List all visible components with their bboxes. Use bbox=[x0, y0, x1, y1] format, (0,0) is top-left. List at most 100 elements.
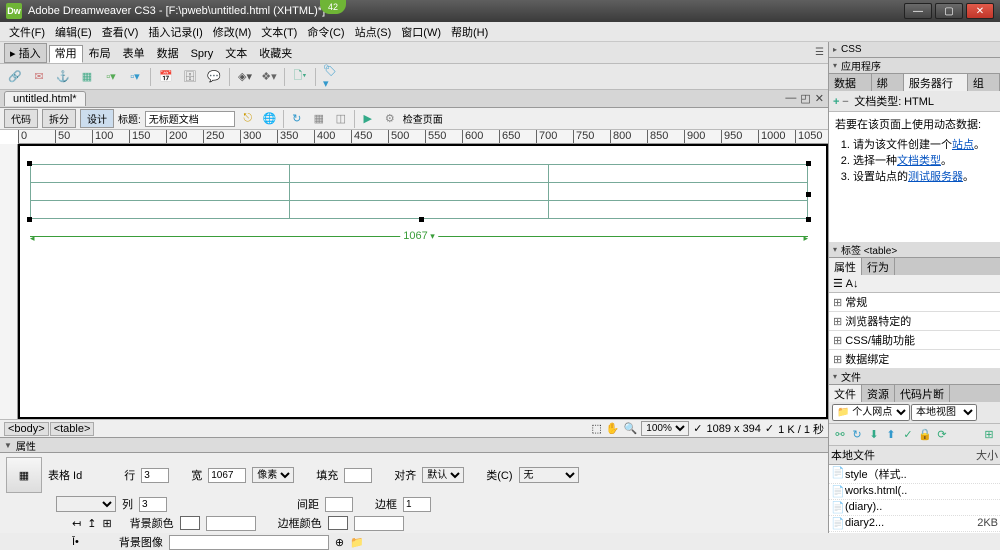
bgcolor-swatch[interactable] bbox=[180, 516, 200, 530]
script-icon[interactable]: ❖▾ bbox=[260, 68, 278, 86]
tab-bindings[interactable]: 绑定 bbox=[872, 74, 904, 91]
view-options-icon[interactable]: ▦ bbox=[310, 110, 328, 128]
insert-tab[interactable]: 布局 bbox=[83, 45, 117, 63]
menu-item[interactable]: 站点(S) bbox=[350, 22, 397, 42]
table-icon[interactable]: ▦ bbox=[78, 68, 96, 86]
resize-handle[interactable] bbox=[27, 217, 32, 222]
resize-handle[interactable] bbox=[806, 161, 811, 166]
tab-database[interactable]: 数据库 bbox=[829, 74, 872, 91]
sync-icon[interactable]: ⟳ bbox=[934, 427, 950, 443]
image-icon[interactable]: ▫▾ bbox=[102, 68, 120, 86]
menu-item[interactable]: 帮助(H) bbox=[446, 22, 493, 42]
server-icon[interactable]: 🗄 bbox=[181, 68, 199, 86]
bgimg-input[interactable] bbox=[169, 535, 329, 550]
zoom-tool-icon[interactable]: 🔍 bbox=[624, 422, 638, 435]
update-badge[interactable]: 42 bbox=[320, 0, 346, 14]
visual-aids-icon[interactable]: ◫ bbox=[332, 110, 350, 128]
file-row[interactable]: 📄style（样式.. bbox=[829, 465, 1000, 484]
tool-icon[interactable]: ⎋ bbox=[239, 110, 257, 128]
clear-row-icon[interactable]: ↥ bbox=[87, 517, 96, 530]
col-name[interactable]: 本地文件 bbox=[831, 447, 968, 463]
menu-item[interactable]: 编辑(E) bbox=[50, 22, 97, 42]
tab-components[interactable]: 组件 bbox=[968, 74, 1000, 91]
align-select[interactable]: 默认 bbox=[422, 467, 464, 483]
close-button[interactable]: ✕ bbox=[966, 3, 994, 19]
tab-attributes[interactable]: 属性 bbox=[829, 258, 862, 275]
attr-list-icon[interactable]: ☰ bbox=[833, 277, 843, 290]
doc-tab[interactable]: untitled.html* bbox=[4, 91, 86, 106]
menu-item[interactable]: 窗口(W) bbox=[396, 22, 446, 42]
file-row[interactable]: 📄(diary).. bbox=[829, 500, 1000, 516]
title-input[interactable] bbox=[145, 111, 235, 127]
date-icon[interactable]: 📅 bbox=[157, 68, 175, 86]
globe-icon[interactable]: 🌐 bbox=[261, 110, 279, 128]
panel-menu-icon[interactable]: ☰ bbox=[815, 47, 824, 58]
files-panel-header[interactable]: 文件 bbox=[829, 369, 1000, 385]
tab-files[interactable]: 文件 bbox=[829, 385, 862, 402]
checkin-icon[interactable]: 🔒 bbox=[917, 427, 933, 443]
convert-pct-icon[interactable]: Ī• bbox=[72, 536, 79, 548]
bordercolor-swatch[interactable] bbox=[328, 516, 348, 530]
attribute-list[interactable]: 常规 浏览器特定的 CSS/辅助功能 数据绑定 bbox=[829, 293, 1000, 369]
insert-label[interactable]: ▸ 插入 bbox=[4, 43, 47, 63]
checkout-icon[interactable]: ✓ bbox=[900, 427, 916, 443]
bordercolor-input[interactable] bbox=[354, 516, 404, 531]
resize-handle[interactable] bbox=[806, 192, 811, 197]
table-id-select[interactable] bbox=[56, 496, 116, 512]
hint-link[interactable]: 文档类型 bbox=[897, 155, 941, 167]
selected-table[interactable] bbox=[30, 164, 808, 219]
file-row[interactable]: 📄diary2...2KB bbox=[829, 516, 1000, 532]
remove-icon[interactable]: − bbox=[842, 96, 848, 108]
split-view-button[interactable]: 拆分 bbox=[42, 109, 76, 128]
hand-tool-icon[interactable]: ✋ bbox=[606, 422, 620, 435]
hint-link[interactable]: 站点 bbox=[952, 139, 974, 151]
comment-icon[interactable]: 💬 bbox=[205, 68, 223, 86]
css-panel-header[interactable]: CSS bbox=[829, 42, 1000, 58]
refresh-icon[interactable]: ↻ bbox=[849, 427, 865, 443]
check-page-label[interactable]: 检查页面 bbox=[403, 111, 443, 126]
convert-px-icon[interactable]: ⊞ bbox=[102, 517, 111, 530]
width-unit-select[interactable]: 像素 bbox=[252, 467, 294, 483]
menu-item[interactable]: 命令(C) bbox=[302, 22, 349, 42]
refresh-icon[interactable]: ↻ bbox=[288, 110, 306, 128]
expand-icon[interactable]: ⊞ bbox=[981, 427, 997, 443]
get-icon[interactable]: ⬇ bbox=[866, 427, 882, 443]
design-view-button[interactable]: 设计 bbox=[80, 109, 114, 128]
doc-restore-icon[interactable]: ◰ bbox=[800, 92, 810, 105]
doc-minimize-icon[interactable]: — bbox=[785, 92, 796, 105]
connect-icon[interactable]: ⚯ bbox=[832, 427, 848, 443]
design-canvas[interactable]: 0501001502002503003504004505005506006507… bbox=[0, 130, 828, 419]
insert-tab[interactable]: Spry bbox=[185, 45, 220, 63]
cellpad-input[interactable] bbox=[344, 468, 372, 483]
zoom-select[interactable]: 100% bbox=[641, 421, 689, 436]
head-icon[interactable]: ◈▾ bbox=[236, 68, 254, 86]
properties-header[interactable]: 属性 bbox=[0, 437, 828, 453]
site-select[interactable]: 📁 个人网点 bbox=[832, 404, 910, 421]
insert-tab[interactable]: 常用 bbox=[49, 45, 83, 63]
template-icon[interactable]: 🗋▾ bbox=[291, 68, 309, 86]
tag-icon[interactable]: 🏷▾ bbox=[322, 68, 340, 86]
preview-icon[interactable]: ▶ bbox=[359, 110, 377, 128]
menu-item[interactable]: 修改(M) bbox=[208, 22, 257, 42]
col-size[interactable]: 大小 bbox=[968, 447, 998, 463]
point-to-file-icon[interactable]: ⊕ bbox=[335, 536, 344, 549]
cols-input[interactable] bbox=[139, 497, 167, 512]
view-select[interactable]: 本地视图 bbox=[911, 404, 977, 421]
insert-tab[interactable]: 数据 bbox=[151, 45, 185, 63]
put-icon[interactable]: ⬆ bbox=[883, 427, 899, 443]
bgcolor-input[interactable] bbox=[206, 516, 256, 531]
tag-panel-header[interactable]: 标签 <table> bbox=[829, 242, 1000, 258]
border-input[interactable] bbox=[403, 497, 431, 512]
file-row[interactable]: 📄works.html(.. bbox=[829, 484, 1000, 500]
validate-icon[interactable]: ⚙ bbox=[381, 110, 399, 128]
attr-sort-icon[interactable]: A↓ bbox=[846, 278, 859, 290]
insert-tab[interactable]: 收藏夹 bbox=[253, 45, 298, 63]
add-icon[interactable]: + bbox=[833, 96, 839, 108]
tab-server-behaviors[interactable]: 服务器行为 bbox=[904, 74, 968, 91]
tab-snippets[interactable]: 代码片断 bbox=[895, 385, 950, 402]
resize-handle[interactable] bbox=[419, 217, 424, 222]
window-size[interactable]: 1089 x 394 bbox=[706, 423, 760, 435]
doc-close-icon[interactable]: ✕ bbox=[815, 92, 824, 105]
width-input[interactable] bbox=[208, 468, 246, 483]
insert-tab[interactable]: 表单 bbox=[117, 45, 151, 63]
